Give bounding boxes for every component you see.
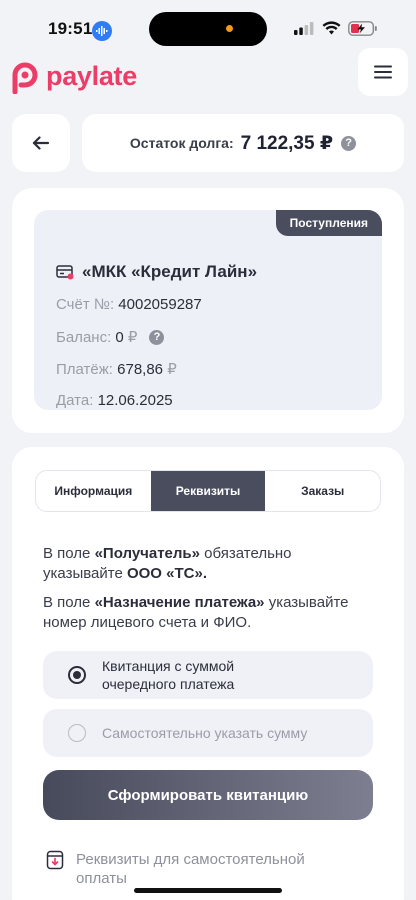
payment-row: Платёж: 678,86 ₽ [56, 360, 177, 378]
home-indicator[interactable] [134, 888, 282, 893]
menu-button[interactable] [358, 48, 408, 96]
lender-label: «МКК «Кредит Лайн» [82, 262, 258, 281]
account-value: 4002059287 [118, 296, 202, 313]
signal-icon [294, 22, 314, 35]
paylate-logo-icon [12, 62, 38, 94]
payment-label: Платёж: [56, 361, 113, 378]
balance-currency: ₽ [127, 329, 138, 346]
balance-help-icon[interactable]: ? [149, 329, 165, 345]
date-row: Дата: 12.06.2025 [56, 392, 173, 409]
details-panel: Информация Реквизиты Заказы В поле «Полу… [12, 447, 404, 900]
receipts-badge[interactable]: Поступления [275, 210, 382, 236]
wifi-icon [322, 21, 341, 35]
generate-receipt-button[interactable]: Сформировать квитанцию [43, 770, 373, 820]
balance-value: 0 [115, 328, 124, 346]
tab-bar: Информация Реквизиты Заказы [35, 470, 381, 512]
debt-summary: Остаток долга: 7 122,35 ₽ ? [82, 114, 404, 172]
balance-label: Баланс: [56, 328, 112, 346]
tab-information[interactable]: Информация [36, 471, 151, 511]
indicator-dot-icon [226, 25, 233, 32]
loan-panel: Поступления «МКК «Кредит Лайн» Счёт №: 4… [12, 188, 404, 433]
question-mark-icon[interactable]: ? [341, 135, 357, 151]
debt-label: Остаток долга: [129, 135, 234, 151]
tab-requisites[interactable]: Реквизиты [150, 471, 266, 511]
date-value: 12.06.2025 [97, 392, 173, 409]
tab-orders[interactable]: Заказы [265, 471, 380, 511]
credit-card-icon [56, 265, 74, 280]
arrow-left-icon [32, 136, 50, 150]
balance-row: Баланс: 0 ₽ ? [56, 328, 165, 346]
download-document-icon [46, 850, 64, 870]
hamburger-menu-icon [374, 65, 392, 79]
payment-value: 678,86 [117, 361, 164, 378]
option-custom-amount[interactable]: Самостоятельно указать сумму [43, 709, 373, 757]
option-next-payment[interactable]: Квитанция с суммой очередного платежа [43, 651, 373, 699]
loan-card[interactable]: Поступления «МКК «Кредит Лайн» Счёт №: 4… [34, 210, 382, 410]
purpose-instruction: В поле «Назначение платежа» указывайте н… [43, 594, 349, 631]
status-time: 19:51 [48, 19, 93, 38]
radio-unselected-icon[interactable] [68, 724, 86, 742]
option-custom-amount-label: Самостоятельно указать сумму [102, 725, 308, 741]
self-payment-details-label: Реквизиты для самостоятельной оплаты [76, 851, 305, 887]
account-row: Счёт №: 4002059287 [56, 296, 202, 313]
battery-charging-icon [348, 21, 377, 36]
debt-value: 7 122,35 ₽ [240, 132, 334, 154]
radio-selected-icon[interactable] [68, 666, 86, 684]
dynamic-island [149, 12, 267, 46]
option-next-payment-label: Квитанция с суммой очередного платежа [102, 658, 235, 692]
recipient-instruction: В поле «Получатель» обязательно указывай… [43, 545, 292, 582]
status-bar: 19:51 [0, 0, 416, 56]
account-label: Счёт №: [56, 296, 115, 313]
payment-currency: ₽ [167, 361, 177, 378]
lender-name: «МКК «Кредит Лайн» [56, 262, 257, 282]
date-label: Дата: [56, 392, 94, 409]
self-payment-details-link[interactable]: Реквизиты для самостоятельной оплаты [46, 850, 346, 888]
back-button[interactable] [12, 114, 70, 172]
paylate-logo[interactable]: paylate [8, 56, 137, 96]
logo-text: paylate [46, 60, 137, 91]
voice-memo-icon [92, 21, 112, 41]
